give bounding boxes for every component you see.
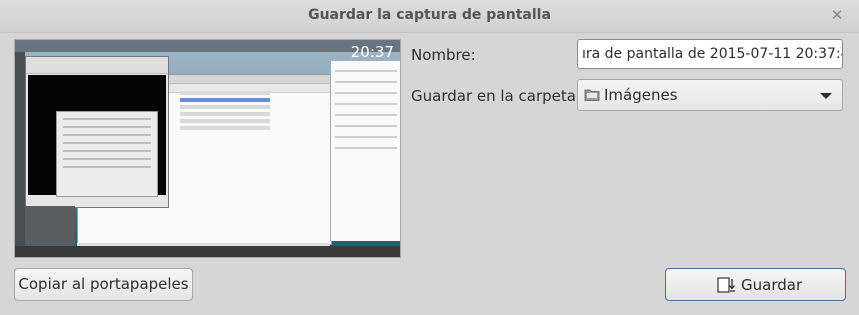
preview-text-window [330,61,400,241]
preview-top-panel [15,40,400,52]
copy-to-clipboard-button[interactable]: Copiar al portapapeles [14,268,193,301]
name-label: Nombre: [411,46,476,64]
screenshot-preview: 20:37 [14,39,401,258]
title-bar: Guardar la captura de pantalla ✕ [0,0,859,33]
folder-value: Imágenes [604,86,678,104]
preview-dialog [56,111,158,197]
window-title: Guardar la captura de pantalla [308,7,551,23]
preview-clock: 20:37 [350,43,394,61]
save-icon [717,277,735,293]
folder-dropdown[interactable]: Imágenes [577,79,843,111]
folder-icon [584,89,600,101]
filename-input[interactable]: ıra de pantalla de 2015-07-11 20:37:45 [577,39,843,69]
save-button-label: Guardar [741,276,803,294]
preview-viewer-window [25,56,169,208]
folder-label: Guardar en la carpeta: [411,87,581,105]
close-icon[interactable]: ✕ [827,5,847,25]
preview-taskbar [15,246,400,257]
chevron-down-icon [820,93,832,99]
save-button[interactable]: Guardar [665,268,846,301]
preview-desktop-strip [15,52,25,257]
preview-file-list [180,88,270,133]
preview-sidebar-block [25,206,75,246]
